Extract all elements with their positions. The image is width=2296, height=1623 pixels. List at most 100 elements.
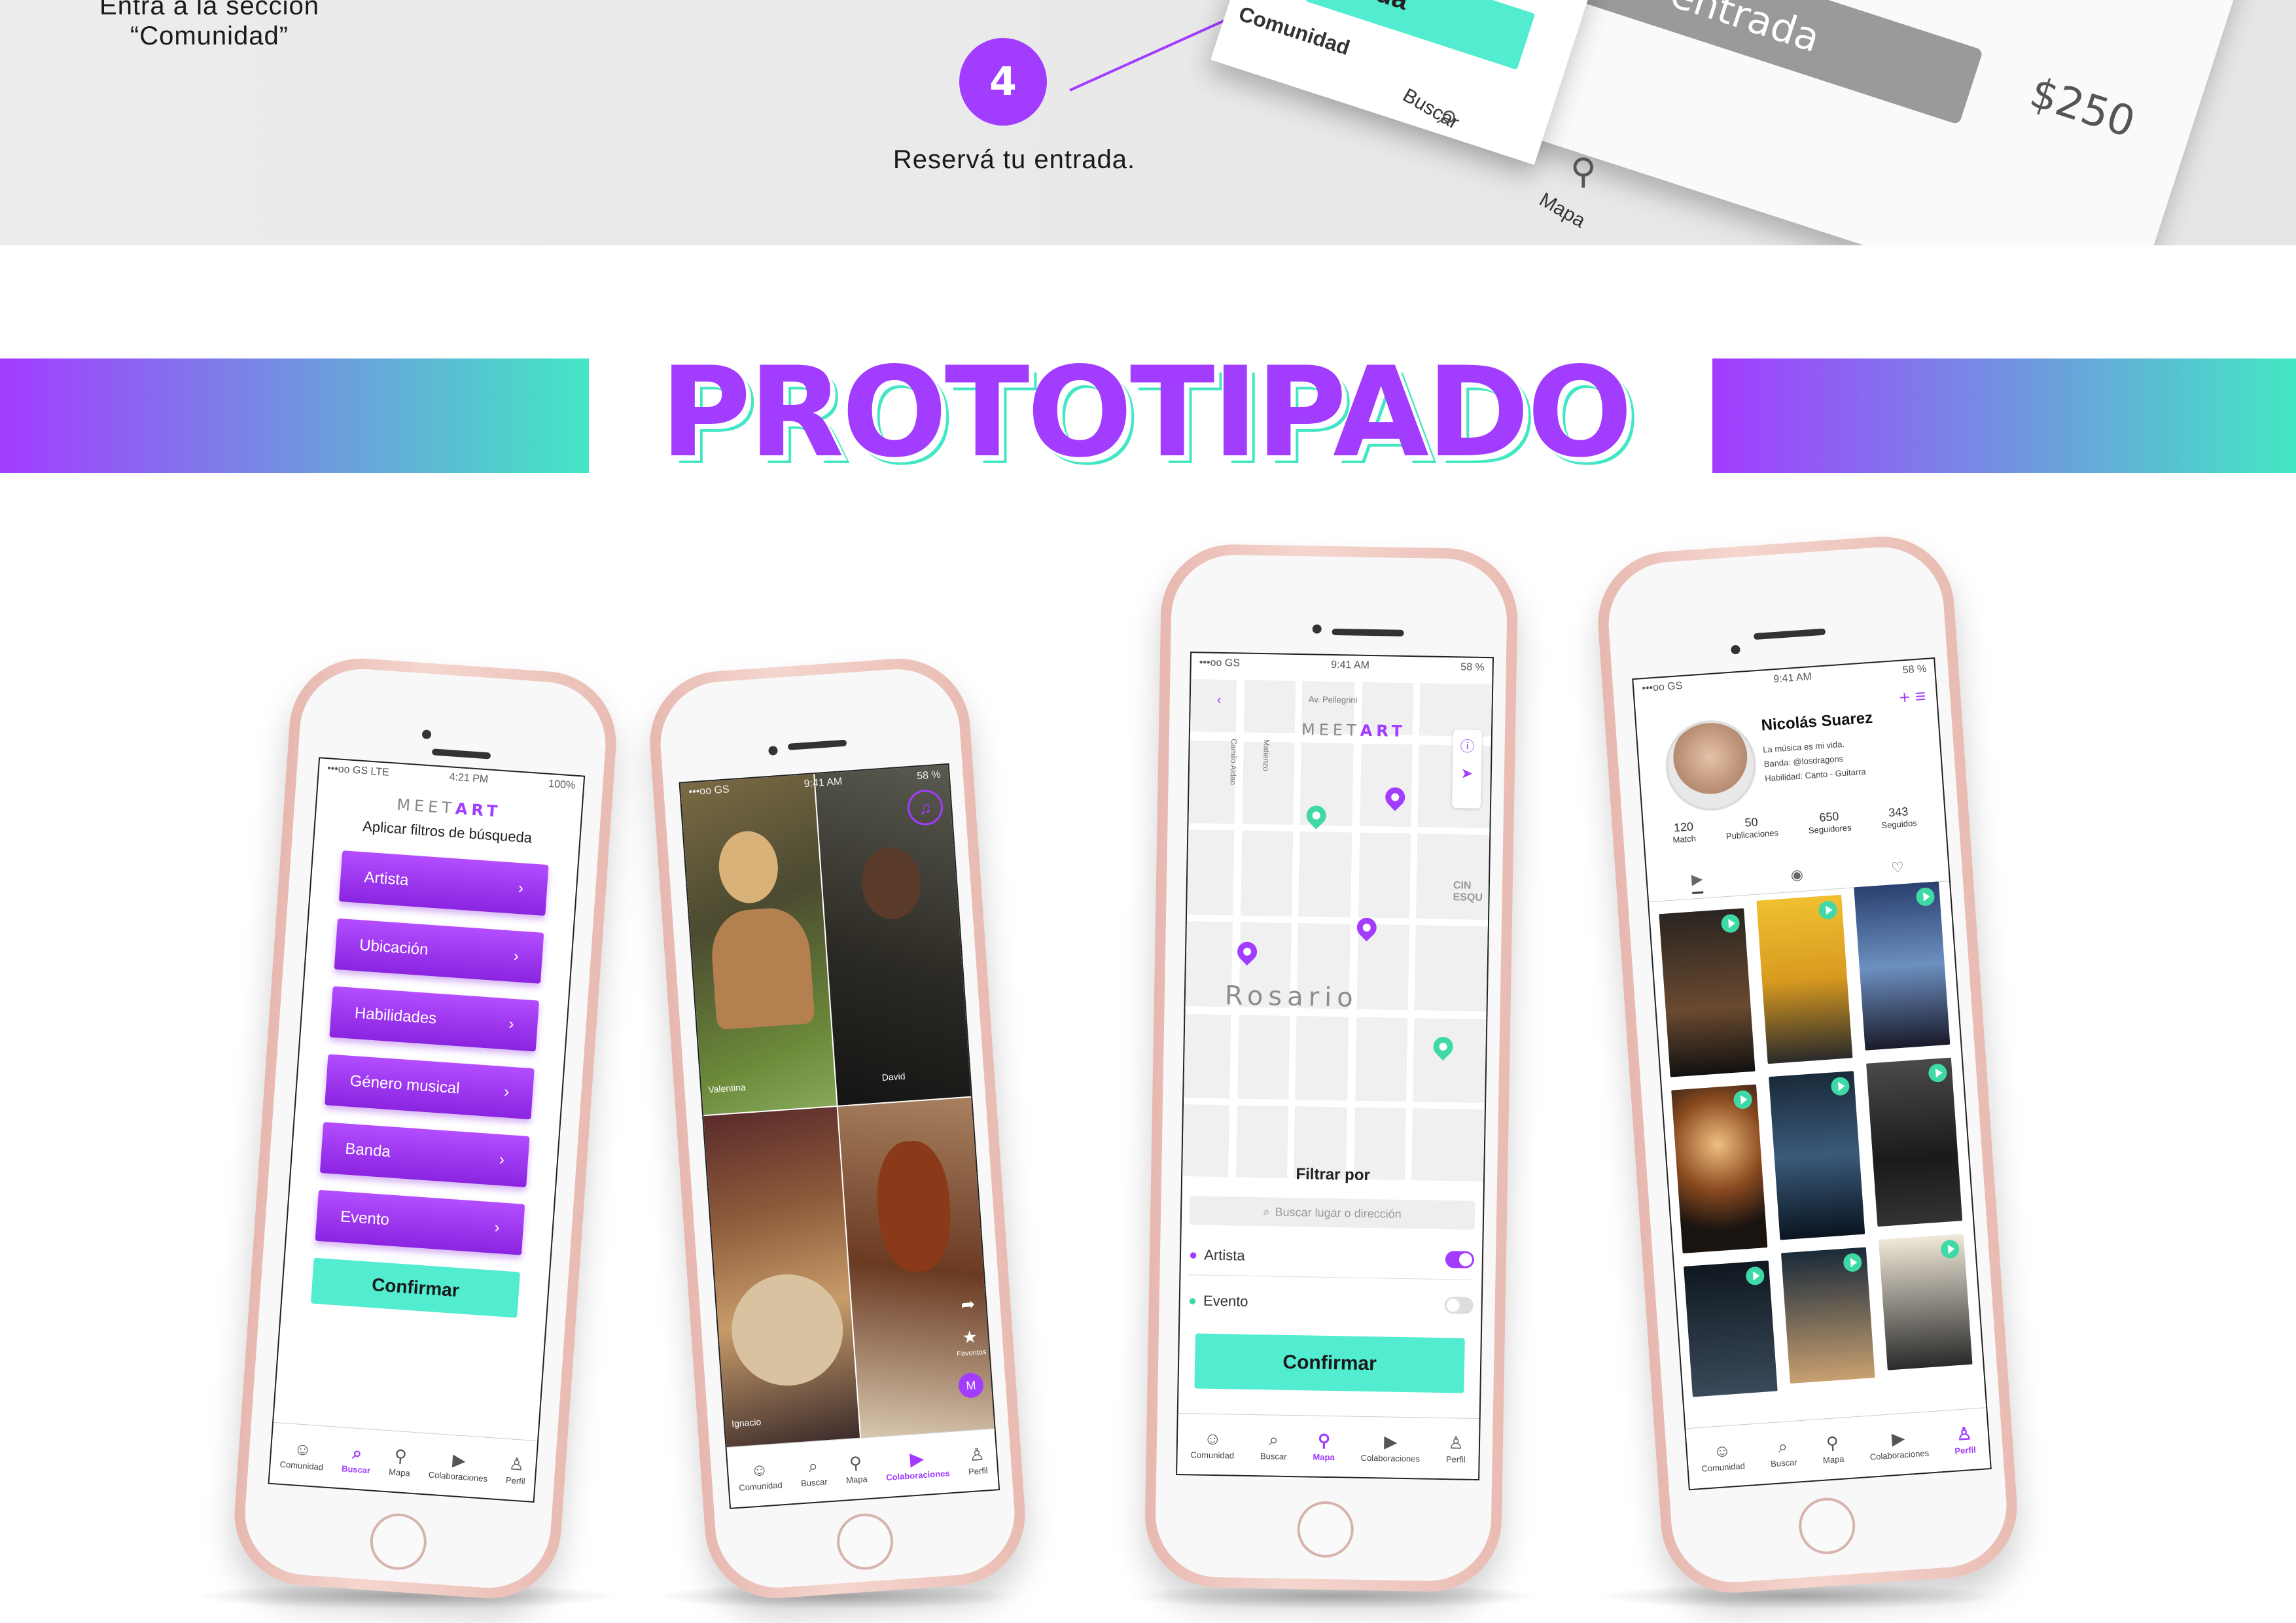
- music-note-icon[interactable]: ♫: [906, 788, 944, 827]
- search-input[interactable]: ⌕ Buscar lugar o dirección: [1189, 1196, 1475, 1230]
- tab-label: Colaboraciones: [1360, 1452, 1421, 1463]
- tab-mapa[interactable]: ⚲ Mapa: [1313, 1430, 1335, 1462]
- map[interactable]: ‹ Av. Pellegrini Camilo Aldao Matienzo M…: [1182, 679, 1492, 1182]
- share-icon[interactable]: ➦: [960, 1294, 976, 1315]
- option-artista[interactable]: ● Artista: [1188, 1235, 1475, 1280]
- locate-icon[interactable]: ➤: [1453, 756, 1482, 782]
- map-controls: ⓘ ➤: [1451, 729, 1483, 809]
- tab-mapa[interactable]: ⚲ Mapa: [1821, 1432, 1845, 1465]
- post-thumbnail[interactable]: [1866, 1057, 1963, 1227]
- collab-tab-icon[interactable]: ♡: [1890, 859, 1905, 877]
- video-tab-icon[interactable]: ▶: [1691, 870, 1704, 894]
- user-icon: ♙: [1956, 1423, 1973, 1444]
- tile-david[interactable]: ♫ David: [815, 764, 972, 1106]
- play-icon: [1915, 886, 1935, 907]
- map-pin-artista[interactable]: [1381, 783, 1409, 811]
- star-icon[interactable]: ★: [961, 1327, 978, 1348]
- tab-perfil[interactable]: ♙ Perfil: [1446, 1433, 1466, 1464]
- tab-comunidad[interactable]: ☺ Comunidad: [279, 1438, 325, 1472]
- meetart-badge-icon[interactable]: M: [957, 1372, 985, 1399]
- confirm-button[interactable]: Confirmar: [310, 1257, 521, 1318]
- artista-toggle[interactable]: [1445, 1251, 1475, 1268]
- map-pin-icon: ⚲: [1317, 1430, 1331, 1450]
- filter-evento[interactable]: Evento ›: [315, 1189, 525, 1255]
- step-3-line2: “Comunidad”: [130, 22, 289, 50]
- tab-colaboraciones[interactable]: ▶ Colaboraciones: [884, 1447, 950, 1482]
- post-thumbnail[interactable]: [1684, 1260, 1778, 1397]
- stat-seguidos[interactable]: 343 Seguidos: [1881, 805, 1917, 830]
- phone-2: •••oo GS 9:41 AM 58 % Valentina ♫ David …: [645, 654, 1030, 1603]
- tab-mapa[interactable]: ⚲ Mapa: [844, 1452, 868, 1485]
- tab-colaboraciones[interactable]: ▶ Colaboraciones: [428, 1448, 489, 1484]
- search-icon: ⌕: [351, 1442, 363, 1463]
- post-thumbnail[interactable]: [1671, 1084, 1768, 1254]
- filter-habilidades[interactable]: Habilidades ›: [329, 986, 540, 1052]
- post-thumbnail[interactable]: [1780, 1247, 1875, 1384]
- tab-perfil[interactable]: ♙ Perfil: [1953, 1423, 1976, 1456]
- status-battery: 58 %: [916, 769, 942, 782]
- map-pin-icon: ⚲: [1825, 1432, 1839, 1453]
- tab-buscar[interactable]: ⌕ Buscar: [1769, 1436, 1797, 1469]
- filter-artista[interactable]: Artista ›: [338, 850, 549, 916]
- tile-ignacio[interactable]: Ignacio: [703, 1107, 860, 1449]
- tab-label: Comunidad: [279, 1459, 324, 1472]
- filter-label: Evento: [340, 1208, 390, 1229]
- tile-valentina[interactable]: Valentina: [680, 774, 837, 1115]
- info-icon[interactable]: ⓘ: [1453, 729, 1482, 756]
- stat-seguidores[interactable]: 650 Seguidores: [1807, 809, 1852, 835]
- tab-comunidad[interactable]: ☺ Comunidad: [1700, 1440, 1746, 1474]
- tab-perfil[interactable]: ♙ Perfil: [966, 1444, 989, 1476]
- camera-tab-icon[interactable]: ◉: [1790, 866, 1804, 884]
- filter-genero[interactable]: Género musical ›: [325, 1054, 535, 1120]
- filter-ubicacion[interactable]: Ubicación ›: [334, 918, 544, 984]
- tab-label: Colaboraciones: [1869, 1448, 1930, 1462]
- tab-comunidad[interactable]: ☺ Comunidad: [1190, 1428, 1234, 1460]
- tab-colaboraciones[interactable]: ▶ Colaboraciones: [1868, 1427, 1930, 1462]
- tab-label: Buscar: [1260, 1450, 1287, 1461]
- tab-perfil[interactable]: ♙ Perfil: [506, 1454, 527, 1486]
- tab-buscar[interactable]: ⌕ Buscar: [799, 1456, 828, 1488]
- chevron-right-icon: ›: [503, 1083, 510, 1101]
- confirm-button[interactable]: Confirmar: [1194, 1333, 1465, 1393]
- tile-violin[interactable]: ➦ ★ Favoritos M: [838, 1097, 995, 1440]
- evento-toggle[interactable]: [1444, 1297, 1474, 1314]
- street-label: Camilo Aldao: [1228, 739, 1239, 786]
- stat-publicaciones[interactable]: 50 Publicaciones: [1725, 814, 1778, 841]
- back-arrow-icon[interactable]: ‹: [1217, 693, 1222, 708]
- street-label: Matienzo: [1261, 739, 1271, 772]
- street-label: Av. Pellegrini: [1308, 694, 1358, 705]
- tab-bar: ☺ Comunidad ⌕ Buscar ⚲ Mapa ▶ Colaboraciones…: [1177, 1413, 1479, 1480]
- add-menu-icon[interactable]: + ≡: [1899, 686, 1927, 708]
- guitar-shape: [709, 905, 815, 1030]
- user-icon: ♙: [508, 1453, 525, 1475]
- avatar[interactable]: [1663, 717, 1759, 814]
- tab-label: Comunidad: [1701, 1460, 1746, 1474]
- post-thumbnail[interactable]: [1854, 881, 1951, 1051]
- post-thumbnail[interactable]: [1769, 1071, 1865, 1240]
- status-bar: •••oo GS 9:41 AM 58 %: [1192, 653, 1492, 678]
- reserve-bar: rvar entrada: [1548, 0, 1984, 125]
- map-pin-icon: ⚲: [393, 1445, 408, 1466]
- tab-label: Mapa: [1313, 1452, 1335, 1462]
- logo-text-art: ART: [1360, 721, 1407, 741]
- people-icon: ☺: [293, 1438, 312, 1459]
- app-logo: MEETART: [1301, 720, 1407, 741]
- post-thumbnail[interactable]: [1878, 1234, 1973, 1370]
- post-thumbnail[interactable]: [1756, 894, 1853, 1064]
- tab-colaboraciones[interactable]: ▶ Colaboraciones: [1361, 1431, 1421, 1463]
- phone-4-screen: •••oo GS 9:41 AM 58 % + ≡ Nicolás Suarez…: [1632, 657, 1992, 1491]
- tab-comunidad[interactable]: ☺ Comunidad: [737, 1459, 783, 1492]
- chevron-right-icon: ›: [512, 947, 520, 966]
- map-pin-icon: ⚲: [849, 1452, 863, 1473]
- tab-buscar[interactable]: ⌕ Buscar: [1260, 1429, 1287, 1461]
- stat-match[interactable]: 120 Match: [1672, 820, 1696, 845]
- filter-banda[interactable]: Banda ›: [319, 1122, 530, 1187]
- section-title: PROTOTIPADO: [660, 340, 1633, 485]
- tab-mapa[interactable]: ⚲ Mapa: [389, 1445, 412, 1478]
- tab-buscar[interactable]: ⌕ Buscar: [342, 1442, 372, 1475]
- option-evento[interactable]: ● Evento: [1188, 1278, 1474, 1329]
- map-pin-evento[interactable]: [1429, 1032, 1457, 1061]
- tab-label: Mapa: [1822, 1454, 1845, 1465]
- post-thumbnail[interactable]: [1659, 908, 1756, 1077]
- tab-label: Buscar: [341, 1463, 371, 1475]
